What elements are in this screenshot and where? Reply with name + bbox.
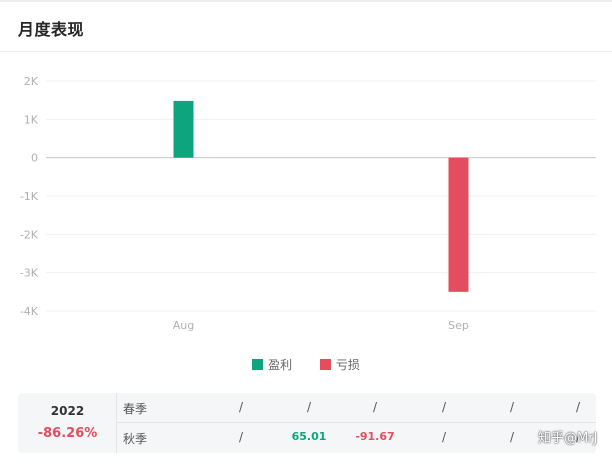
year-return: -86.26% [37, 426, 98, 441]
legend-label-profit: 盈利 [268, 358, 293, 372]
chart-legend: 盈利 亏损 [0, 356, 612, 373]
legend-swatch-loss [319, 359, 331, 370]
table-cell: / [509, 430, 515, 444]
table-cell: / [575, 400, 581, 414]
y-tick-label: -2K [20, 228, 39, 241]
table-cell-negative: -91.67 [355, 430, 395, 443]
table-row: 春季 / / / / / / [117, 393, 596, 423]
legend-swatch-profit [252, 359, 264, 370]
legend-item-profit[interactable]: 盈利 [252, 356, 292, 373]
legend-label-loss: 亏损 [335, 358, 360, 372]
monthly-performance-card: 月度表现 2K 1K 0 -1K -2K -3K -4K Aug Sep 盈利 亏损 2022 … [0, 0, 612, 468]
monthly-bar-chart: 2K 1K 0 -1K -2K -3K -4K Aug Sep [20, 75, 596, 332]
x-tick-label: Sep [448, 319, 469, 332]
bar-profit [173, 100, 194, 158]
watermark-text: 知乎@MrJ [538, 431, 598, 446]
y-tick-label: -1K [20, 190, 39, 203]
year-cell: 2022 -86.26% [18, 393, 117, 453]
table-cell: / [238, 400, 244, 414]
y-tick-label: 2K [24, 75, 39, 88]
y-tick-label: 0 [31, 152, 38, 165]
table-cell: / [372, 400, 378, 414]
table-cell: / [441, 400, 447, 414]
season-performance-table: 2022 -86.26% 春季 / / / / / / 秋季 / 65.01 -… [18, 393, 596, 453]
table-cell: / [441, 430, 447, 444]
season-label: 秋季 [123, 432, 148, 446]
y-tick-label: -4K [20, 305, 39, 318]
table-cell: / [509, 400, 515, 414]
x-tick-label: Aug [173, 319, 194, 332]
card-header: 月度表现 [0, 2, 612, 52]
card-title: 月度表现 [18, 20, 85, 39]
year-label: 2022 [50, 404, 85, 418]
y-tick-label: 1K [24, 113, 39, 126]
table-cell: / [238, 430, 244, 444]
season-label: 春季 [123, 402, 148, 416]
table-row: 秋季 / 65.01 -91.67 / / / [117, 423, 596, 453]
legend-item-loss[interactable]: 亏损 [319, 356, 360, 373]
bar-loss [448, 157, 469, 292]
table-cell-positive: 65.01 [291, 430, 327, 443]
y-tick-label: -3K [20, 267, 39, 280]
table-cell: / [306, 400, 312, 414]
